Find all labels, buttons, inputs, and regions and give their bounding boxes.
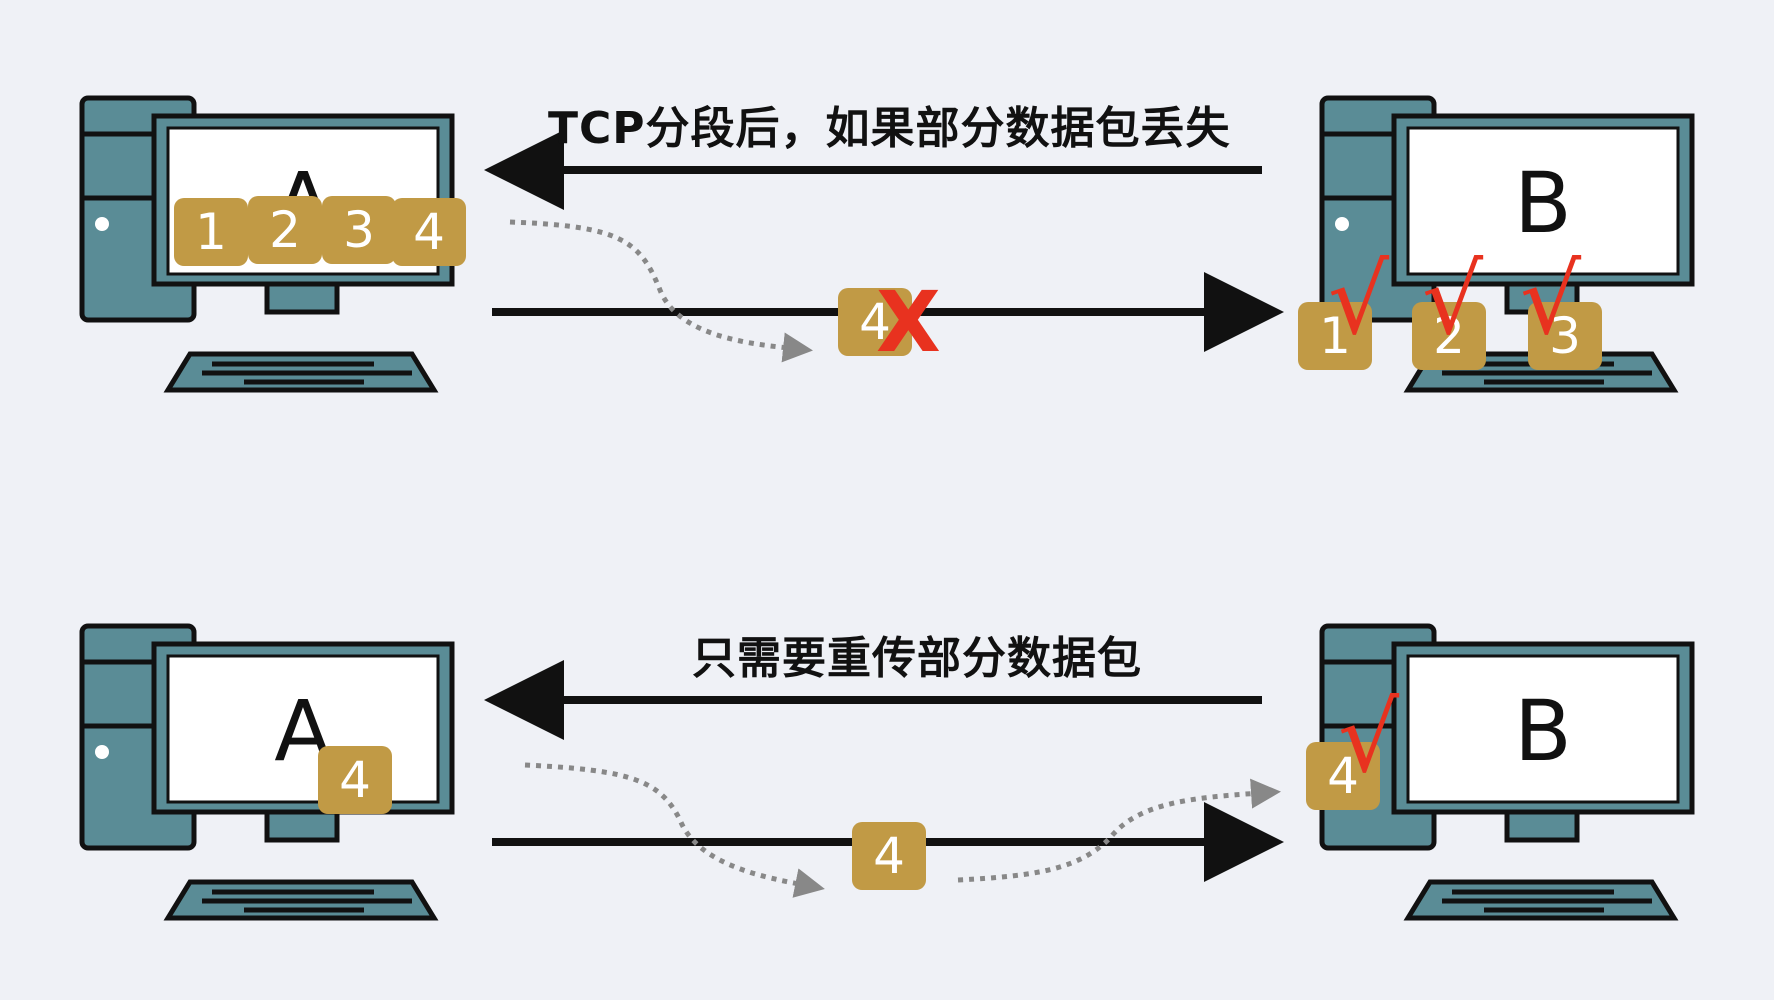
sender-packet-2: 2	[248, 196, 322, 264]
lost-cross-mark: X	[876, 273, 941, 371]
dashed-path-bottom-left	[524, 762, 825, 898]
host-a-label-bottom: A	[274, 682, 332, 780]
check-mark-resend: √	[1338, 682, 1400, 794]
check-mark-2: √	[1422, 244, 1484, 356]
resend-packet-in-transit: 4	[852, 822, 926, 890]
sender-packet-4: 4	[392, 198, 466, 266]
sender-packet-1: 1	[174, 198, 248, 266]
check-mark-3: √	[1520, 244, 1582, 356]
sender-packet-3: 3	[322, 196, 396, 264]
check-mark-1: √	[1328, 244, 1390, 356]
caption-top: TCP分段后，如果部分数据包丢失	[548, 103, 1231, 154]
dashed-path-bottom-right	[957, 778, 1281, 883]
host-b-label-bottom: B	[1514, 682, 1572, 780]
dashed-path-top	[509, 219, 813, 363]
resend-packet-sender: 4	[318, 746, 392, 814]
caption-bottom: 只需要重传部分数据包	[692, 633, 1142, 684]
